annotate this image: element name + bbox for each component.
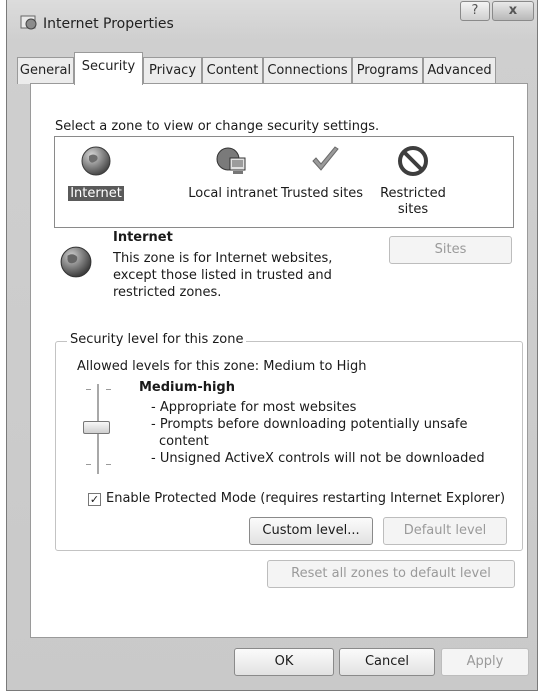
protected-mode-checkbox[interactable]: ✓ (88, 493, 101, 506)
apply-button[interactable]: Apply (441, 648, 529, 676)
zone-globe-icon (60, 246, 92, 278)
security-tab-panel: Select a zone to view or change security… (30, 83, 528, 638)
default-level-button[interactable]: Default level (383, 517, 507, 545)
security-level-description: - Appropriate for most websites - Prompt… (151, 399, 496, 467)
checkmark-icon (312, 146, 339, 171)
zone-label-restricted-line1: Restricted (380, 186, 446, 201)
zone-list: Internet Local intranet Trusted sites Re… (54, 136, 514, 228)
zone-restricted-sites[interactable]: Restricted sites (373, 137, 453, 227)
level-bullet: - Unsigned ActiveX controls will not be … (151, 451, 485, 466)
zone-prompt: Select a zone to view or change security… (55, 119, 380, 134)
zone-label-trusted-sites: Trusted sites (280, 186, 364, 201)
slider-tick (106, 464, 111, 465)
security-level-slider-thumb[interactable] (83, 421, 110, 434)
slider-tick (86, 389, 91, 390)
zone-local-intranet[interactable]: Local intranet (179, 137, 287, 227)
level-bullet: - Appropriate for most websites (151, 400, 357, 415)
close-button[interactable]: x (492, 1, 534, 21)
sites-button[interactable]: Sites (389, 236, 512, 264)
zone-label-local-intranet: Local intranet (188, 186, 278, 201)
custom-level-button[interactable]: Custom level... (249, 517, 373, 545)
tab-content[interactable]: Content (202, 57, 263, 84)
security-level-legend: Security level for this zone (67, 332, 247, 347)
help-button[interactable]: ? (460, 1, 490, 21)
slider-tick (106, 389, 111, 390)
tab-security[interactable]: Security (74, 52, 143, 85)
ok-button[interactable]: OK (234, 648, 334, 676)
protected-mode-label[interactable]: Enable Protected Mode (requires restarti… (106, 491, 505, 506)
cancel-button[interactable]: Cancel (339, 648, 435, 676)
level-bullet: - Prompts before downloading potentially… (151, 417, 468, 449)
tab-advanced[interactable]: Advanced (423, 57, 496, 84)
tab-general[interactable]: General (17, 57, 74, 84)
zone-trusted-sites[interactable]: Trusted sites (277, 137, 367, 227)
globe-icon (81, 146, 111, 176)
internet-properties-window: Internet Properties ? x General Security… (6, 0, 538, 691)
zone-label-internet: Internet (68, 186, 124, 201)
allowed-levels-text: Allowed levels for this zone: Medium to … (77, 359, 367, 374)
zone-info-title: Internet (113, 230, 173, 245)
title-bar: Internet Properties ? x (7, 0, 537, 38)
window-title: Internet Properties (43, 16, 174, 32)
internet-properties-icon (20, 15, 37, 30)
tab-programs[interactable]: Programs (352, 57, 423, 84)
zone-info-description: This zone is for Internet websites, exce… (113, 251, 333, 300)
intranet-icon (216, 147, 246, 174)
tab-connections[interactable]: Connections (263, 57, 352, 84)
zone-label-restricted-line2: sites (397, 202, 429, 217)
tab-privacy[interactable]: Privacy (143, 57, 202, 84)
reset-all-zones-button[interactable]: Reset all zones to default level (267, 560, 515, 588)
slider-tick (86, 464, 91, 465)
zone-internet[interactable]: Internet (67, 137, 125, 227)
restricted-icon (398, 146, 428, 176)
security-level-name: Medium-high (139, 380, 235, 395)
